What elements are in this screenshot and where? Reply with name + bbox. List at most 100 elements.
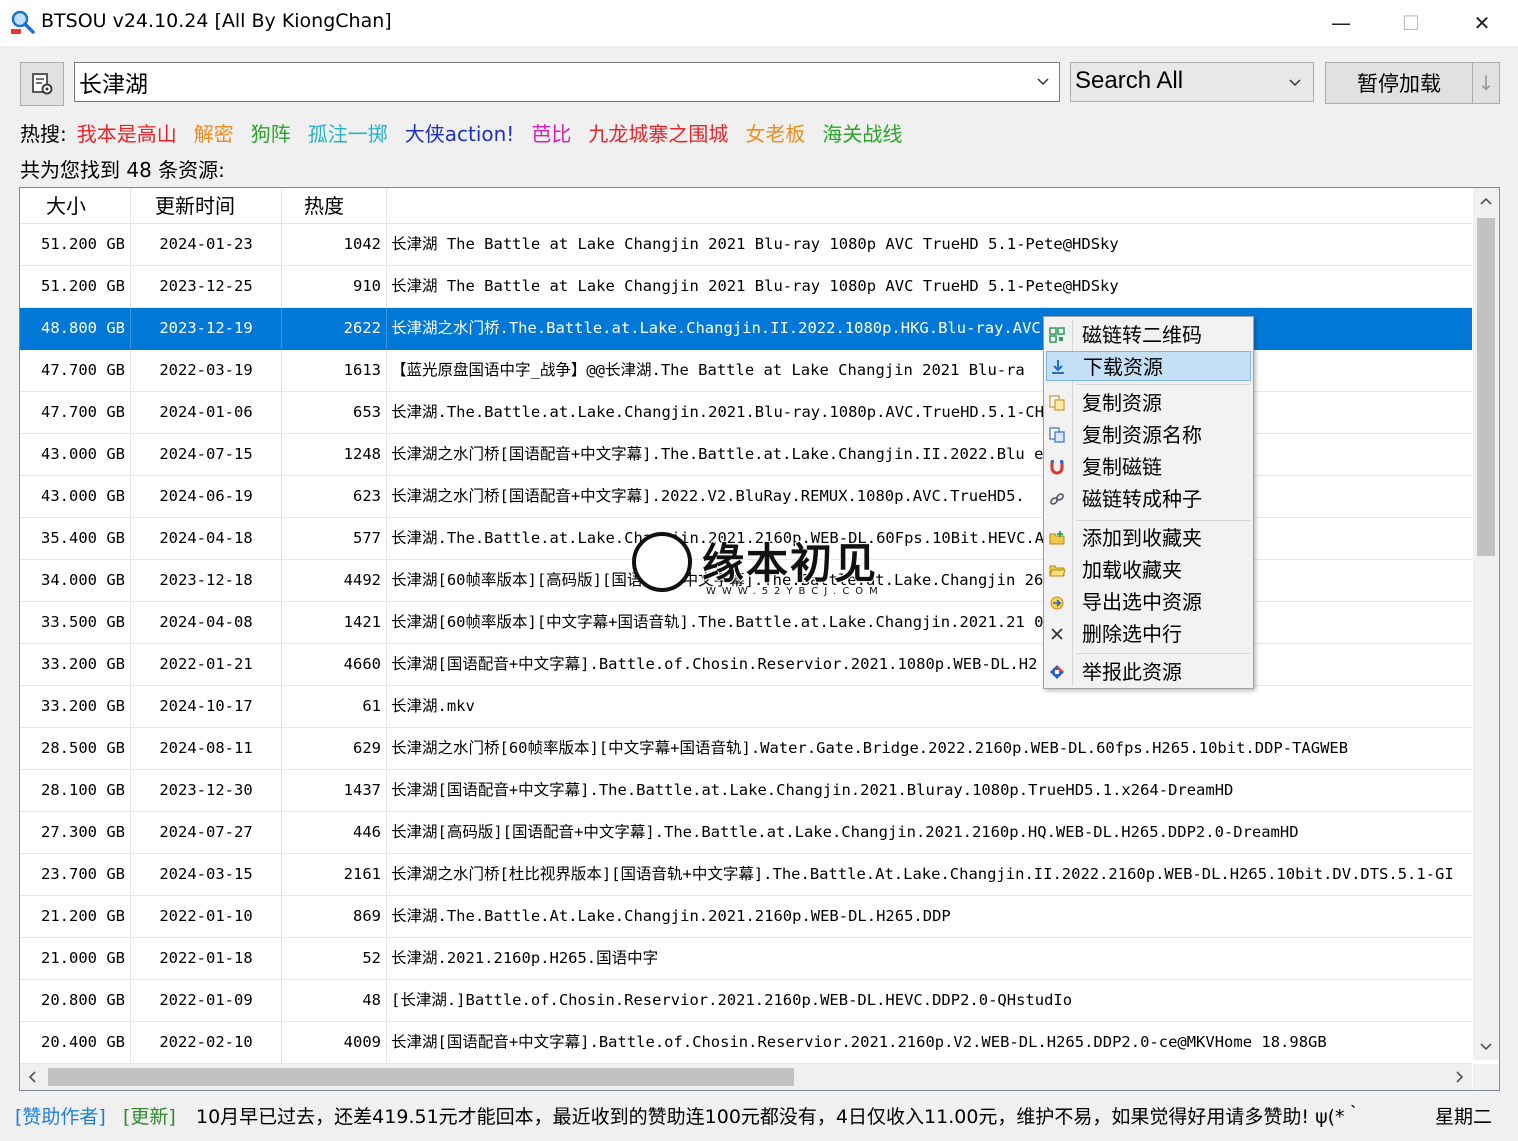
list-rows: 51.200 GB 2024-01-23 1042 长津湖 The Battle at… xyxy=(20,224,1472,1064)
results-list[interactable]: 大小 更新时间 热度 51.200 GB 2024-01-23 1042 长津湖 Th… xyxy=(19,187,1500,1091)
hot-search-label: 热搜: xyxy=(20,122,67,146)
cell-heat: 910 xyxy=(282,266,387,307)
menu-item[interactable]: 复制磁链 xyxy=(1046,452,1251,482)
search-input[interactable] xyxy=(79,66,1019,98)
menu-item[interactable]: 复制资源 xyxy=(1046,388,1251,418)
table-row[interactable]: 47.700 GB 2022-03-19 1613 【蓝光原盘国语中字_战争】@@长津… xyxy=(20,350,1472,392)
search-mode-select[interactable]: Search All xyxy=(1070,62,1314,102)
cell-time: 2023-12-19 xyxy=(131,308,282,349)
table-row[interactable]: 51.200 GB 2024-01-23 1042 长津湖 The Battle at… xyxy=(20,224,1472,266)
cell-name: 长津湖.mkv xyxy=(391,697,475,715)
scroll-right-button[interactable] xyxy=(1446,1064,1472,1090)
table-row[interactable]: 20.400 GB 2022-02-10 4009 长津湖[国语配音+中文字幕].Ba… xyxy=(20,1022,1472,1064)
cell-time: 2024-08-11 xyxy=(131,728,282,769)
cell-size: 33.200 GB xyxy=(20,644,131,685)
table-row[interactable]: 21.200 GB 2022-01-10 869 长津湖.The.Battle.At.… xyxy=(20,896,1472,938)
cell-heat: 2622 xyxy=(282,308,387,349)
menu-item[interactable]: 磁链转二维码 xyxy=(1046,320,1251,350)
table-row[interactable]: 33.200 GB 2024-10-17 61 长津湖.mkv xyxy=(20,686,1472,728)
document-gear-icon xyxy=(32,73,53,95)
menu-item[interactable]: 举报此资源 xyxy=(1046,657,1251,687)
column-header-time[interactable]: 更新时间 xyxy=(131,188,282,224)
menu-separator xyxy=(1076,653,1250,654)
pause-loading-button[interactable]: 暂停加载 xyxy=(1325,62,1473,104)
close-button[interactable]: ✕ xyxy=(1447,0,1517,46)
table-row[interactable]: 43.000 GB 2024-06-19 623 长津湖之水门桥[国语配音+中文字幕]… xyxy=(20,476,1472,518)
scroll-left-button[interactable] xyxy=(20,1064,46,1090)
menu-item[interactable]: 加载收藏夹 xyxy=(1046,555,1251,585)
table-row[interactable]: 27.300 GB 2024-07-27 446 长津湖[高码版][国语配音+中文字幕… xyxy=(20,812,1472,854)
document-settings-button[interactable] xyxy=(20,62,64,106)
hot-search-item[interactable]: 我本是高山 xyxy=(77,118,177,146)
status-message: 10月早已过去，还差419.51元才能回本，最近收到的赞助连100元都没有，4日… xyxy=(196,1105,1364,1128)
cell-heat: 2161 xyxy=(282,854,387,895)
table-row[interactable]: 20.800 GB 2022-01-09 48 [长津湖.]Battle.of.Cho… xyxy=(20,980,1472,1022)
table-row[interactable]: 43.000 GB 2024-07-15 1248 长津湖之水门桥[国语配音+中文字幕… xyxy=(20,434,1472,476)
cell-name: 长津湖.2021.2160p.H265.国语中字 xyxy=(391,949,659,967)
cell-heat: 577 xyxy=(282,518,387,559)
cell-time: 2023-12-25 xyxy=(131,266,282,307)
sponsor-link[interactable]: [赞助作者] xyxy=(15,1102,106,1129)
menu-item[interactable]: 添加到收藏夹 xyxy=(1046,523,1251,553)
folder-add-icon xyxy=(1049,531,1065,545)
cell-heat: 446 xyxy=(282,812,387,853)
hot-search-item[interactable]: 女老板 xyxy=(745,118,805,146)
table-row[interactable]: 47.700 GB 2024-01-06 653 长津湖.The.Battle.at.… xyxy=(20,392,1472,434)
column-header-size[interactable]: 大小 xyxy=(20,188,131,224)
menu-item[interactable]: 导出选中资源 xyxy=(1046,587,1251,617)
menu-item[interactable]: 复制资源名称 xyxy=(1046,420,1251,450)
list-header: 大小 更新时间 热度 xyxy=(20,188,1472,224)
scroll-up-button[interactable] xyxy=(1473,188,1499,216)
menu-item[interactable]: 下载资源 xyxy=(1046,351,1251,381)
hot-search-item[interactable]: 芭比 xyxy=(531,118,571,146)
menu-item[interactable]: 磁链转成种子 xyxy=(1046,484,1251,514)
maximize-button[interactable]: ☐ xyxy=(1376,0,1446,46)
column-header-heat[interactable]: 热度 xyxy=(282,188,387,224)
hot-search-item[interactable]: 孤注一掷 xyxy=(308,118,388,146)
cell-name: 长津湖 The Battle at Lake Changjin 2021 Blu… xyxy=(391,277,1119,295)
hot-search-item[interactable]: 大侠action! xyxy=(405,118,515,146)
table-row[interactable]: 51.200 GB 2023-12-25 910 长津湖 The Battle at … xyxy=(20,266,1472,308)
hot-search-item[interactable]: 九龙城寨之围城 xyxy=(588,118,728,146)
cell-name: 长津湖之水门桥[60帧率版本][中文字幕+国语音轨].Water.Gate.Br… xyxy=(391,739,1349,757)
cell-size: 48.800 GB xyxy=(20,308,131,349)
cell-size: 33.500 GB xyxy=(20,602,131,643)
vertical-scrollbar[interactable] xyxy=(1473,188,1499,1060)
scroll-down-button[interactable] xyxy=(1473,1032,1499,1060)
hot-search-item[interactable]: 狗阵 xyxy=(251,118,291,146)
table-row[interactable]: 28.100 GB 2023-12-30 1437 长津湖[国语配音+中文字幕].Th… xyxy=(20,770,1472,812)
cell-time: 2024-01-23 xyxy=(131,224,282,265)
cell-time: 2024-07-15 xyxy=(131,434,282,475)
update-link[interactable]: [更新] xyxy=(123,1102,176,1129)
cell-heat: 1437 xyxy=(282,770,387,811)
table-row[interactable]: 23.700 GB 2024-03-15 2161 长津湖之水门桥[杜比视界版本][国… xyxy=(20,854,1472,896)
horizontal-scrollbar[interactable] xyxy=(20,1064,1472,1090)
cell-time: 2022-01-09 xyxy=(131,980,282,1021)
minimize-button[interactable]: — xyxy=(1306,0,1376,46)
cell-name: 【蓝光原盘国语中字_战争】@@长津湖.The Battle at Lake Ch… xyxy=(391,361,1025,379)
cell-size: 43.000 GB xyxy=(20,476,131,517)
hot-search-bar: 热搜: 我本是高山 解密 狗阵 孤注一掷 大侠action! 芭比 九龙城寨之围城 女老板 海关… xyxy=(20,118,919,146)
table-row[interactable]: 21.000 GB 2022-01-18 52 长津湖.2021.2160p.H265… xyxy=(20,938,1472,980)
pause-split-button[interactable]: ↓ xyxy=(1473,62,1500,104)
table-row[interactable]: 34.000 GB 2023-12-18 4492 长津湖[60帧率版本][高码版][… xyxy=(20,560,1472,602)
horizontal-scroll-thumb[interactable] xyxy=(48,1068,794,1086)
table-row[interactable]: 48.800 GB 2023-12-19 2622 长津湖之水门桥.The.Battl… xyxy=(20,308,1472,350)
status-weekday: 星期二 xyxy=(1435,1105,1493,1128)
chevron-right-icon xyxy=(1456,1071,1464,1083)
table-row[interactable]: 33.500 GB 2024-04-08 1421 长津湖[60帧率版本][中文字幕+… xyxy=(20,602,1472,644)
chevron-down-icon[interactable] xyxy=(1033,72,1053,92)
hot-search-item[interactable]: 海关战线 xyxy=(822,118,902,146)
table-row[interactable]: 33.200 GB 2022-01-21 4660 长津湖[国语配音+中文字幕].Ba… xyxy=(20,644,1472,686)
cell-size: 21.200 GB xyxy=(20,896,131,937)
cell-size: 28.500 GB xyxy=(20,728,131,769)
menu-item[interactable]: 删除选中行 xyxy=(1046,619,1251,649)
hot-search-item[interactable]: 解密 xyxy=(194,118,234,146)
vertical-scroll-thumb[interactable] xyxy=(1477,218,1495,556)
table-row[interactable]: 28.500 GB 2024-08-11 629 长津湖之水门桥[60帧率版本][中文… xyxy=(20,728,1472,770)
pause-loading-label: 暂停加载 xyxy=(1357,72,1441,96)
chevron-up-icon xyxy=(1480,197,1492,205)
cell-heat: 1042 xyxy=(282,224,387,265)
table-row[interactable]: 35.400 GB 2024-04-18 577 长津湖.The.Battle.at.… xyxy=(20,518,1472,560)
search-combobox[interactable] xyxy=(74,62,1060,102)
